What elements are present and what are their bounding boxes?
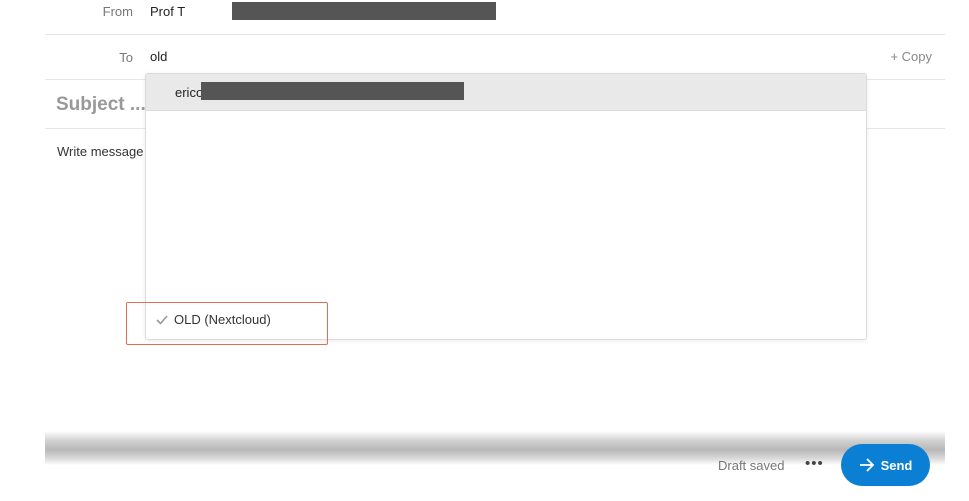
recipient-dropdown: erico OLD (Nextcloud) xyxy=(145,73,867,340)
send-button[interactable]: Send xyxy=(841,444,930,486)
check-icon xyxy=(156,314,168,325)
dropdown-option[interactable]: erico xyxy=(146,74,866,111)
account-option[interactable]: OLD (Nextcloud) xyxy=(156,312,271,327)
from-value[interactable]: Prof T xyxy=(150,4,185,19)
arrow-right-icon xyxy=(859,458,874,472)
more-options-button[interactable]: ••• xyxy=(805,455,824,472)
account-option-label: OLD (Nextcloud) xyxy=(174,312,271,327)
from-row: From Prof T xyxy=(45,0,945,35)
to-label: To xyxy=(119,50,133,65)
subject-input[interactable]: Subject ... xyxy=(56,94,146,116)
redacted-block xyxy=(201,82,464,100)
to-input[interactable] xyxy=(150,49,750,64)
message-input[interactable]: Write message xyxy=(57,144,143,159)
from-label: From xyxy=(102,4,133,19)
draft-status: Draft saved xyxy=(718,458,785,473)
send-button-label: Send xyxy=(880,457,913,473)
add-copy-button[interactable]: + Copy xyxy=(890,49,932,64)
redacted-block xyxy=(232,2,496,20)
dropdown-option-label: erico xyxy=(175,85,204,100)
